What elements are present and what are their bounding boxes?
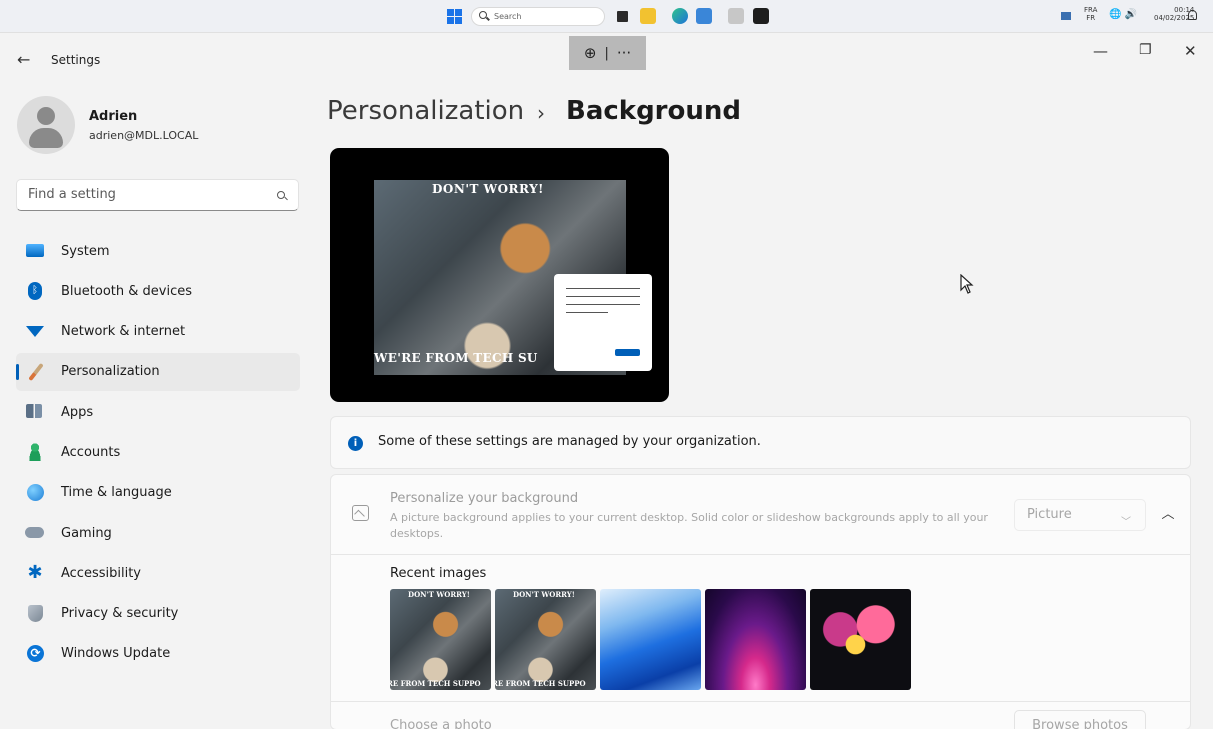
- globe-volume-icons[interactable]: 🌐 🔊: [1109, 10, 1137, 20]
- sidebar-nav: System ᛒ Bluetooth & devices Network & i…: [16, 232, 300, 675]
- taskbar-search[interactable]: Search: [471, 7, 605, 26]
- thumbnail-caption-top: DON'T WORRY!: [513, 590, 575, 599]
- browse-photos-button[interactable]: Browse photos: [1014, 710, 1146, 729]
- brush-icon: [28, 362, 44, 382]
- sidebar-item-label: Accounts: [61, 444, 121, 460]
- network-tray-icon[interactable]: [1061, 12, 1071, 20]
- zoom-toolbar[interactable]: ⊕ | ···: [569, 36, 646, 70]
- language-indicator[interactable]: FRA FR: [1084, 6, 1097, 22]
- sidebar-item-personalization[interactable]: Personalization: [16, 352, 300, 391]
- sidebar-item-gaming[interactable]: Gaming: [16, 514, 300, 552]
- choose-photo-row: Choose a photo Browse photos: [331, 701, 1190, 729]
- sidebar-item-privacy[interactable]: Privacy & security: [16, 595, 300, 633]
- sidebar-item-apps[interactable]: Apps: [16, 393, 300, 431]
- edge-icon[interactable]: [672, 8, 688, 24]
- wallpaper-caption-top: DON'T WORRY!: [432, 182, 544, 196]
- file-explorer-icon[interactable]: [640, 8, 656, 24]
- language-bottom: FR: [1086, 14, 1096, 22]
- restore-button[interactable]: ❐: [1139, 42, 1152, 58]
- accessibility-icon: ✱: [27, 562, 43, 584]
- desktop-preview: DON'T WORRY! WE'RE FROM TECH SU: [330, 148, 669, 402]
- bluetooth-icon: ᛒ: [28, 282, 42, 301]
- system-icon: [26, 244, 44, 257]
- sidebar-item-label: Accessibility: [61, 565, 141, 581]
- user-email: adrien@MDL.LOCAL: [89, 129, 199, 142]
- accounts-icon: [27, 443, 43, 462]
- personalize-background-card: Personalize your background A picture ba…: [330, 474, 1191, 729]
- sidebar-item-bluetooth[interactable]: ᛒ Bluetooth & devices: [16, 272, 300, 310]
- installer-icon[interactable]: [728, 8, 744, 24]
- sidebar-item-accounts[interactable]: Accounts: [16, 433, 300, 471]
- background-type-value: Picture: [1027, 507, 1072, 522]
- recent-image-thumbnail[interactable]: [600, 589, 701, 690]
- sidebar-item-system[interactable]: System: [16, 232, 300, 270]
- notification-bell-icon[interactable]: [1188, 10, 1197, 20]
- back-arrow-icon[interactable]: ←: [17, 50, 30, 69]
- thumbnail-caption-bottom: RE FROM TECH SUPPO: [495, 679, 586, 688]
- sidebar-item-label: Time & language: [61, 485, 172, 501]
- wallpaper-caption-bottom: WE'RE FROM TECH SU: [374, 351, 538, 365]
- apps-icon: [26, 404, 42, 419]
- recent-images-label: Recent images: [390, 566, 487, 581]
- search-icon: [277, 191, 285, 199]
- personalize-background-header: Personalize your background A picture ba…: [331, 475, 1190, 555]
- sidebar-item-label: Gaming: [61, 525, 112, 541]
- breadcrumb-separator: ›: [537, 101, 545, 125]
- taskbar: Search FRA FR 🌐 🔊 00:14 04/02/2025: [0, 0, 1213, 33]
- taskbar-search-placeholder: Search: [494, 12, 522, 21]
- language-top: FRA: [1084, 6, 1098, 14]
- sidebar-item-label: Privacy & security: [61, 606, 179, 622]
- sidebar-item-label: Personalization: [61, 364, 160, 380]
- personalize-background-title: Personalize your background: [390, 491, 579, 506]
- recent-images-list: DON'T WORRY! RE FROM TECH SUPPO DON'T WO…: [390, 589, 911, 690]
- sidebar-item-label: Bluetooth & devices: [61, 283, 192, 299]
- thumbnail-caption-top: DON'T WORRY!: [408, 590, 470, 599]
- update-icon: ⟳: [27, 644, 44, 662]
- chevron-up-icon[interactable]: ︿: [1157, 501, 1179, 529]
- preview-window-mockup: [554, 274, 652, 371]
- sidebar-item-windows-update[interactable]: ⟳ Windows Update: [16, 635, 300, 673]
- close-button[interactable]: ✕: [1184, 42, 1197, 60]
- sidebar-item-time-language[interactable]: Time & language: [16, 474, 300, 512]
- sidebar-item-label: System: [61, 243, 110, 259]
- managed-by-organization-banner: i Some of these settings are managed by …: [330, 416, 1191, 469]
- sidebar-item-label: Apps: [61, 404, 94, 420]
- recent-image-thumbnail[interactable]: DON'T WORRY! RE FROM TECH SUPPO: [390, 589, 491, 690]
- task-view-icon[interactable]: [617, 11, 628, 22]
- picture-icon: [352, 505, 369, 521]
- sidebar-item-label: Network & internet: [61, 324, 186, 340]
- start-icon[interactable]: [447, 9, 462, 24]
- info-icon: i: [348, 436, 363, 451]
- thumbnail-caption-bottom: RE FROM TECH SUPPO: [390, 679, 481, 688]
- sidebar-item-label: Windows Update: [61, 646, 171, 662]
- info-text: Some of these settings are managed by yo…: [378, 434, 761, 449]
- choose-photo-label: Choose a photo: [390, 718, 492, 729]
- search-icon: [479, 11, 487, 19]
- settings-search-placeholder: Find a setting: [28, 187, 116, 202]
- network-app-icon[interactable]: [696, 8, 712, 24]
- breadcrumb-parent[interactable]: Personalization: [327, 96, 524, 126]
- app-title: Settings: [51, 53, 101, 67]
- shield-icon: [28, 604, 43, 622]
- gamepad-icon: [25, 527, 44, 539]
- clock-globe-icon: [27, 483, 44, 501]
- background-type-select[interactable]: Picture ﹀: [1014, 499, 1146, 531]
- page-title: Background: [566, 96, 741, 126]
- recent-image-thumbnail[interactable]: [705, 589, 806, 690]
- toolbar-divider: |: [604, 45, 609, 61]
- sidebar-item-accessibility[interactable]: ✱ Accessibility: [16, 554, 300, 592]
- zoom-in-icon[interactable]: ⊕: [584, 44, 597, 62]
- user-name: Adrien: [89, 109, 138, 124]
- recent-image-thumbnail[interactable]: [810, 589, 911, 690]
- avatar[interactable]: [17, 96, 75, 154]
- wifi-icon: [26, 325, 44, 337]
- settings-search-input[interactable]: Find a setting: [16, 179, 299, 211]
- terminal-icon[interactable]: [753, 8, 769, 24]
- more-icon[interactable]: ···: [617, 44, 631, 62]
- sidebar-item-network[interactable]: Network & internet: [16, 313, 300, 351]
- chevron-down-icon: ﹀: [1121, 517, 1131, 528]
- recent-image-thumbnail[interactable]: DON'T WORRY! RE FROM TECH SUPPO: [495, 589, 596, 690]
- personalize-background-description: A picture background applies to your cur…: [390, 511, 988, 540]
- minimize-button[interactable]: —: [1093, 42, 1108, 60]
